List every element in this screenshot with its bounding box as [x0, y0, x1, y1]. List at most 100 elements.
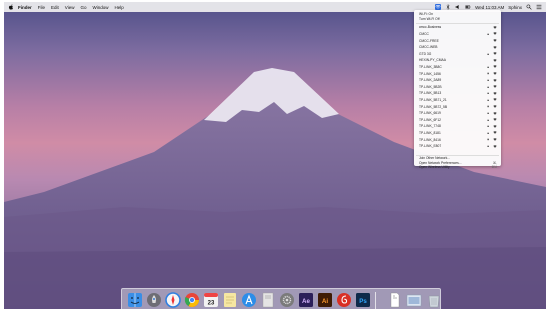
- menubar-user[interactable]: Sphinx: [508, 5, 522, 10]
- lock-icon: [487, 118, 489, 121]
- ae-icon: Ae: [299, 293, 313, 307]
- menu-file[interactable]: File: [38, 5, 45, 10]
- network-name: CMCC: [419, 31, 429, 36]
- network-indicators: [487, 52, 497, 56]
- lock-icon: [487, 131, 489, 134]
- network-item[interactable]: HEXIN-PY_CMAA: [419, 58, 497, 63]
- network-item[interactable]: TP-LINK_E807: [419, 144, 497, 149]
- network-indicators: [487, 98, 497, 102]
- dock-item-sysprefs[interactable]: [279, 292, 295, 308]
- network-item[interactable]: TP-LINK_7748: [419, 124, 497, 129]
- network-indicators: [487, 78, 497, 82]
- wifi-toggle-label: Turn Wi-Fi Off: [419, 17, 440, 22]
- lock-icon: [487, 112, 489, 115]
- dock-item-preview[interactable]: [260, 292, 276, 308]
- dock-item-aftereffects[interactable]: Ae: [298, 292, 314, 308]
- network-item[interactable]: TP-LINK_3B8C: [419, 65, 497, 70]
- dock-item-netease[interactable]: [336, 292, 352, 308]
- dock-item-calendar[interactable]: 23: [203, 292, 219, 308]
- wifi-signal-icon: [493, 118, 497, 122]
- wifi-signal-icon: [493, 59, 497, 62]
- network-indicators: [487, 118, 497, 122]
- network-indicators: [493, 45, 497, 49]
- network-item[interactable]: GTD 3G: [419, 51, 497, 56]
- network-item[interactable]: cmcc-Business: [419, 25, 497, 30]
- dock-item-chrome[interactable]: [184, 292, 200, 308]
- menu-go[interactable]: Go: [80, 5, 86, 10]
- dock-item-illustrator[interactable]: Ai: [317, 292, 333, 308]
- dock-item-trash[interactable]: [426, 292, 442, 308]
- lock-icon: [487, 145, 489, 148]
- wifi-toggle-item[interactable]: Turn Wi-Fi Off: [419, 17, 497, 22]
- wifi-signal-icon: [493, 92, 497, 95]
- lock-icon: [487, 92, 489, 95]
- network-indicators: [487, 111, 497, 115]
- network-item[interactable]: TP-LINK_8416: [419, 137, 497, 142]
- wifi-signal-icon: [493, 111, 497, 115]
- dock-item-label: Ai: [322, 298, 328, 305]
- menu-view[interactable]: View: [65, 5, 75, 10]
- wifi-signal-icon: [493, 105, 497, 108]
- apple-icon[interactable]: [8, 4, 14, 10]
- dock-item-screenshot[interactable]: [406, 292, 422, 308]
- menubar-clock[interactable]: Wed 11:03 AM: [475, 5, 504, 10]
- wifi-signal-icon: [493, 125, 497, 128]
- wifi-signal-icon: [493, 85, 497, 89]
- network-item[interactable]: TP-LINK_6F12: [419, 117, 497, 122]
- network-item[interactable]: CMCC-WEB: [419, 45, 497, 50]
- network-item[interactable]: TP-LINK_5B71_21: [419, 98, 497, 103]
- wifi-signal-icon: [493, 98, 497, 102]
- finder-icon: [128, 293, 142, 307]
- network-name: TP-LINK_5B71_21: [419, 97, 447, 102]
- network-item[interactable]: TP-LINK_5B2B: [419, 84, 497, 89]
- network-name: TP-LINK_8416: [419, 137, 441, 142]
- rocket-icon: [147, 293, 161, 307]
- preview-icon: [262, 292, 274, 308]
- network-name: TP-LINK_6619: [419, 111, 441, 116]
- network-item[interactable]: CMCC: [419, 32, 497, 37]
- lock-icon: [487, 98, 489, 101]
- network-indicators: [487, 105, 497, 108]
- menu-help[interactable]: Help: [115, 5, 124, 10]
- lock-icon: [487, 125, 489, 128]
- network-name: GTD 3G: [419, 51, 432, 56]
- wifi-signal-icon: [493, 45, 497, 49]
- dock-item-document[interactable]: [387, 292, 403, 308]
- network-item[interactable]: TP-LINK_5B72_5B: [419, 104, 497, 109]
- lock-icon: [487, 32, 489, 35]
- menu-edit[interactable]: Edit: [51, 5, 59, 10]
- network-name: TP-LINK_E807: [419, 144, 442, 149]
- network-item[interactable]: TP-LINK_2A89: [419, 78, 497, 83]
- dock-item-finder[interactable]: [127, 292, 143, 308]
- dock-item-notes[interactable]: [222, 292, 238, 308]
- wifi-status-row: Wi-Fi: On: [419, 12, 497, 17]
- network-indicators: [487, 65, 497, 69]
- lock-icon: [487, 85, 489, 88]
- network-indicators: [487, 72, 497, 75]
- calendar-icon: 23: [204, 293, 218, 307]
- music-icon: [337, 293, 351, 307]
- dock-item-launchpad[interactable]: [146, 292, 162, 308]
- network-name: TP-LINK_5B2B: [419, 84, 442, 89]
- network-name: TP-LINK_1456: [419, 71, 441, 76]
- network-name: CMCC-FREE: [419, 38, 439, 43]
- network-name: TP-LINK_3B8C: [419, 64, 442, 69]
- network-name: CMCC-WEB: [419, 45, 438, 50]
- network-item[interactable]: CMCC-FREE: [419, 38, 497, 43]
- network-item[interactable]: TP-LINK_1456: [419, 71, 497, 76]
- dock-item-safari[interactable]: [165, 292, 181, 308]
- network-name: TP-LINK_2A89: [419, 78, 442, 83]
- menu-app-name[interactable]: Finder: [18, 5, 32, 10]
- network-item[interactable]: TP-LINK_5B13: [419, 91, 497, 96]
- network-item[interactable]: TP-LINK_8181: [419, 131, 497, 136]
- open-wireless-utility-item[interactable]: Open Wireless Utility ⌘U: [419, 165, 497, 170]
- network-item[interactable]: TP-LINK_6619: [419, 111, 497, 116]
- wifi-signal-icon: [493, 78, 497, 82]
- spotlight-icon[interactable]: [526, 4, 532, 10]
- dock-item-label: Ps: [359, 298, 367, 305]
- menu-window[interactable]: Window: [93, 5, 109, 10]
- ai-icon: Ai: [318, 293, 332, 307]
- notification-center-icon[interactable]: [536, 4, 542, 10]
- dock-item-photoshop[interactable]: Ps: [355, 292, 371, 308]
- dock-item-appstore[interactable]: [241, 292, 257, 308]
